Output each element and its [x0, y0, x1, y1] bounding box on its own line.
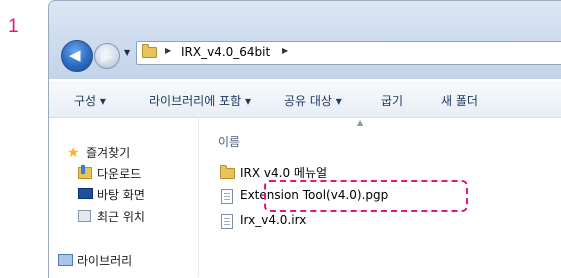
sidebar-item-label: 즐겨찾기 [86, 146, 131, 160]
recent-places-icon [78, 210, 91, 222]
title-bar: ◀ ▶ ▼ ▶ IRX_v4.0_64bit ▶ [49, 1, 561, 79]
explorer-window: ◀ ▶ ▼ ▶ IRX_v4.0_64bit ▶ 구성 ▾ 라이브러리에 포함 … [48, 0, 561, 278]
sidebar-item-libraries[interactable]: 라이브러리 [58, 252, 198, 272]
sidebar-item-label: 다운로드 [97, 167, 142, 181]
star-icon: ★ [67, 145, 80, 161]
address-bar[interactable]: ▶ IRX_v4.0_64bit ▶ [136, 41, 561, 65]
folder-icon [220, 165, 235, 179]
command-toolbar: 구성 ▾ 라이브러리에 포함 ▾ 공유 대상 ▾ 굽기 새 폴더 [49, 81, 561, 118]
breadcrumb-current-folder[interactable]: IRX_v4.0_64bit [181, 45, 270, 59]
breadcrumb-separator-icon[interactable]: ▶ [165, 46, 171, 55]
download-folder-icon [78, 165, 92, 179]
pane-divider[interactable] [198, 117, 199, 277]
highlight-box [264, 180, 468, 212]
file-name: Irx_v4.0.irx [240, 213, 307, 227]
library-icon [58, 254, 73, 266]
sidebar-item-label: 바탕 화면 [97, 188, 145, 202]
forward-arrow-icon: ▶ [101, 47, 113, 65]
sort-ascending-icon: ▲ [357, 118, 364, 127]
new-folder-button[interactable]: 새 폴더 [441, 92, 478, 109]
share-with-button[interactable]: 공유 대상 ▾ [284, 92, 342, 109]
include-in-library-button[interactable]: 라이브러리에 포함 ▾ [149, 92, 251, 109]
step-number: 1 [8, 16, 19, 37]
file-name: IRX v4.0 메뉴얼 [240, 166, 328, 180]
history-dropdown-icon[interactable]: ▼ [124, 48, 130, 57]
document-icon [221, 189, 233, 204]
desktop-icon [78, 188, 93, 199]
back-button[interactable]: ◀ [61, 40, 93, 72]
back-arrow-icon: ◀ [69, 46, 81, 64]
organize-button[interactable]: 구성 ▾ [74, 92, 106, 109]
column-header-name[interactable]: 이름 [218, 133, 240, 150]
breadcrumb-separator-icon[interactable]: ▶ [282, 46, 288, 55]
document-icon [221, 214, 233, 229]
sidebar-item-label: 최근 위치 [97, 210, 145, 224]
forward-button[interactable]: ▶ [94, 43, 120, 69]
sidebar-item-label: 라이브러리 [77, 254, 133, 268]
folder-icon [142, 44, 157, 58]
burn-button[interactable]: 굽기 [381, 92, 403, 109]
